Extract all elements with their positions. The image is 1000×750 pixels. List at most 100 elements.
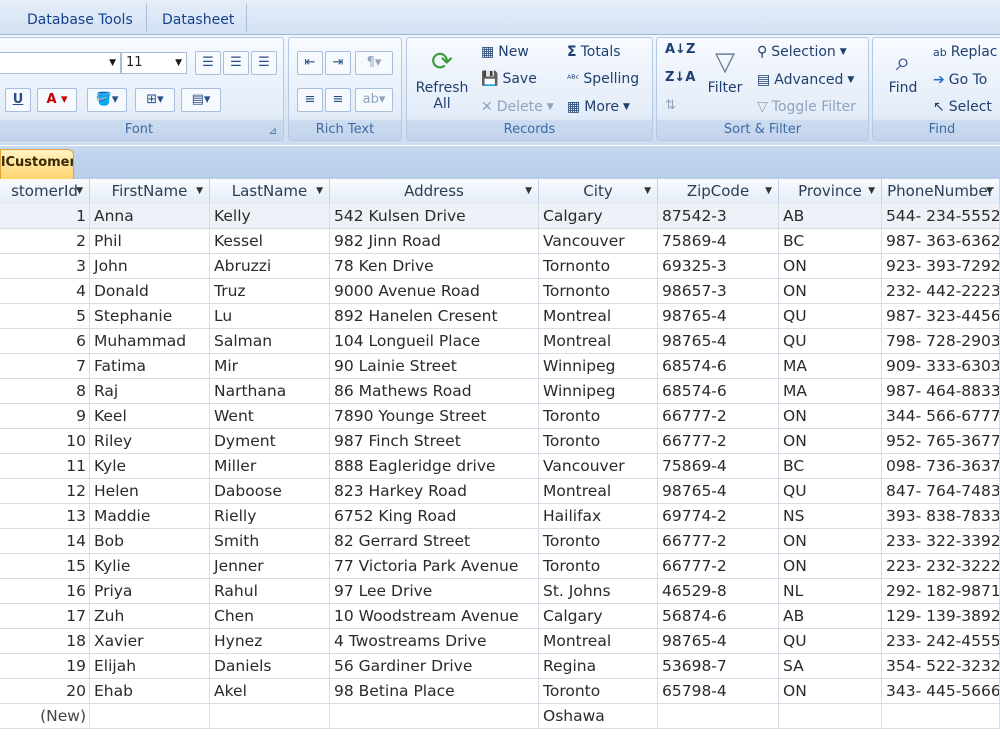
column-header-last-name[interactable]: LastName ▼ <box>210 179 330 204</box>
cell-province[interactable]: ON <box>779 254 882 278</box>
cell-zip-code[interactable]: 68574-6 <box>658 354 779 378</box>
cell-customer-id[interactable]: 13 <box>0 504 90 528</box>
cell-customer-id[interactable]: 9 <box>0 404 90 428</box>
cell-zip-code[interactable]: 98765-4 <box>658 304 779 328</box>
cell-city[interactable]: Tornonto <box>539 254 658 278</box>
table-row[interactable]: 18 Xavier Hynez 4 Twostreams Drive Montreal 9… <box>0 629 1000 654</box>
cell-zip-code[interactable]: 69325-3 <box>658 254 779 278</box>
cell-phone-number[interactable]: 544- 234-5552 <box>882 204 1000 228</box>
table-row[interactable]: 17 Zuh Chen 10 Woodstream Avenue Calgary 5687… <box>0 604 1000 629</box>
table-row[interactable]: 15 Kylie Jenner 77 Victoria Park Avenue Toro… <box>0 554 1000 579</box>
cell-customer-id[interactable]: 6 <box>0 329 90 353</box>
cell-city[interactable]: Montreal <box>539 479 658 503</box>
clear-sort-icon[interactable]: ⇅ <box>665 98 676 113</box>
filter-button[interactable]: ▽ Filter <box>701 44 749 96</box>
selection-button[interactable]: ⚲ Selection ▼ <box>757 44 847 60</box>
column-dropdown-icon[interactable]: ▼ <box>765 179 772 204</box>
cell-city[interactable]: Hailifax <box>539 504 658 528</box>
cell-city[interactable]: Toronto <box>539 404 658 428</box>
cell-address[interactable]: 9000 Avenue Road <box>330 279 539 303</box>
cell-customer-id[interactable]: 19 <box>0 654 90 678</box>
cell-customer-id[interactable]: 12 <box>0 479 90 503</box>
align-left-icon[interactable]: ☰ <box>195 51 221 75</box>
cell-first-name[interactable]: Kylie <box>90 554 210 578</box>
table-row[interactable]: 13 Maddie Rielly 6752 King Road Hailifax 6977… <box>0 504 1000 529</box>
cell-last-name[interactable]: Kessel <box>210 229 330 253</box>
cell-last-name[interactable]: Smith <box>210 529 330 553</box>
cell-first-name[interactable]: John <box>90 254 210 278</box>
cell-last-name[interactable] <box>210 704 330 728</box>
cell-phone-number[interactable]: 344- 566-6777 <box>882 404 1000 428</box>
cell-province[interactable]: AB <box>779 204 882 228</box>
cell-phone-number[interactable]: 987- 323-4456 <box>882 304 1000 328</box>
column-dropdown-icon[interactable]: ▼ <box>196 179 203 204</box>
cell-province[interactable]: MA <box>779 379 882 403</box>
cell-address[interactable]: 98 Betina Place <box>330 679 539 703</box>
cell-customer-id[interactable]: 16 <box>0 579 90 603</box>
column-header-phone-number[interactable]: PhoneNumber ▼ <box>882 179 1000 204</box>
find-button[interactable]: ⌕ Find <box>879 44 927 96</box>
table-row[interactable]: 16 Priya Rahul 97 Lee Drive St. Johns 46529-8… <box>0 579 1000 604</box>
cell-customer-id[interactable]: (New) <box>0 704 90 728</box>
cell-first-name[interactable]: Ehab <box>90 679 210 703</box>
align-center-icon[interactable]: ☰ <box>223 51 249 75</box>
cell-phone-number[interactable]: 923- 393-7292 <box>882 254 1000 278</box>
cell-last-name[interactable]: Lu <box>210 304 330 328</box>
cell-address[interactable]: 78 Ken Drive <box>330 254 539 278</box>
cell-first-name[interactable]: Maddie <box>90 504 210 528</box>
sort-ascending-icon[interactable]: A↓Z <box>665 42 695 57</box>
table-row[interactable]: 6 Muhammad Salman 104 Longueil Place Montrea… <box>0 329 1000 354</box>
cell-first-name[interactable]: Donald <box>90 279 210 303</box>
cell-city[interactable]: Vancouver <box>539 229 658 253</box>
cell-first-name[interactable]: Helen <box>90 479 210 503</box>
cell-province[interactable]: AB <box>779 604 882 628</box>
cell-zip-code[interactable]: 98765-4 <box>658 329 779 353</box>
cell-city[interactable]: Winnipeg <box>539 379 658 403</box>
cell-first-name[interactable]: Muhammad <box>90 329 210 353</box>
cell-first-name[interactable]: Keel <box>90 404 210 428</box>
cell-province[interactable]: NS <box>779 504 882 528</box>
cell-city[interactable]: Calgary <box>539 604 658 628</box>
cell-province[interactable]: ON <box>779 554 882 578</box>
cell-address[interactable]: 6752 King Road <box>330 504 539 528</box>
cell-customer-id[interactable]: 2 <box>0 229 90 253</box>
cell-zip-code[interactable]: 46529-8 <box>658 579 779 603</box>
cell-phone-number[interactable]: 223- 232-3222 <box>882 554 1000 578</box>
tab-database-tools[interactable]: Database Tools <box>27 8 133 32</box>
dialog-launcher-icon[interactable]: ⊿ <box>269 126 277 137</box>
cell-province[interactable]: ON <box>779 429 882 453</box>
cell-province[interactable]: QU <box>779 329 882 353</box>
cell-last-name[interactable]: Daniels <box>210 654 330 678</box>
cell-city[interactable]: Oshawa <box>539 704 658 728</box>
table-row[interactable]: 3 John Abruzzi 78 Ken Drive Tornonto 69325-3 O… <box>0 254 1000 279</box>
cell-last-name[interactable]: Narthana <box>210 379 330 403</box>
cell-address[interactable]: 82 Gerrard Street <box>330 529 539 553</box>
cell-phone-number[interactable] <box>882 704 1000 728</box>
cell-last-name[interactable]: Abruzzi <box>210 254 330 278</box>
table-row[interactable]: 10 Riley Dyment 987 Finch Street Toronto 6677… <box>0 429 1000 454</box>
cell-customer-id[interactable]: 14 <box>0 529 90 553</box>
table-row[interactable]: 4 Donald Truz 9000 Avenue Road Tornonto 98657… <box>0 279 1000 304</box>
cell-address[interactable]: 982 Jinn Road <box>330 229 539 253</box>
decrease-indent-icon[interactable]: ⇤ <box>297 51 323 75</box>
toggle-filter-button[interactable]: ▽ Toggle Filter <box>757 99 856 115</box>
cell-first-name[interactable] <box>90 704 210 728</box>
cell-phone-number[interactable]: 098- 736-3637 <box>882 454 1000 478</box>
cell-customer-id[interactable]: 1 <box>0 204 90 228</box>
tab-datasheet[interactable]: Datasheet <box>162 8 234 32</box>
cell-phone-number[interactable]: 987- 464-8833 <box>882 379 1000 403</box>
cell-province[interactable]: ON <box>779 279 882 303</box>
cell-city[interactable]: Montreal <box>539 304 658 328</box>
column-header-zip-code[interactable]: ZipCode ▼ <box>658 179 779 204</box>
cell-city[interactable]: Montreal <box>539 329 658 353</box>
cell-address[interactable]: 823 Harkey Road <box>330 479 539 503</box>
cell-zip-code[interactable]: 66777-2 <box>658 429 779 453</box>
column-dropdown-icon[interactable]: ▼ <box>76 179 83 204</box>
cell-customer-id[interactable]: 18 <box>0 629 90 653</box>
cell-city[interactable]: Regina <box>539 654 658 678</box>
cell-first-name[interactable]: Raj <box>90 379 210 403</box>
cell-first-name[interactable]: Anna <box>90 204 210 228</box>
cell-first-name[interactable]: Riley <box>90 429 210 453</box>
underline-icon[interactable]: U <box>5 88 31 112</box>
cell-zip-code[interactable]: 75869-4 <box>658 229 779 253</box>
